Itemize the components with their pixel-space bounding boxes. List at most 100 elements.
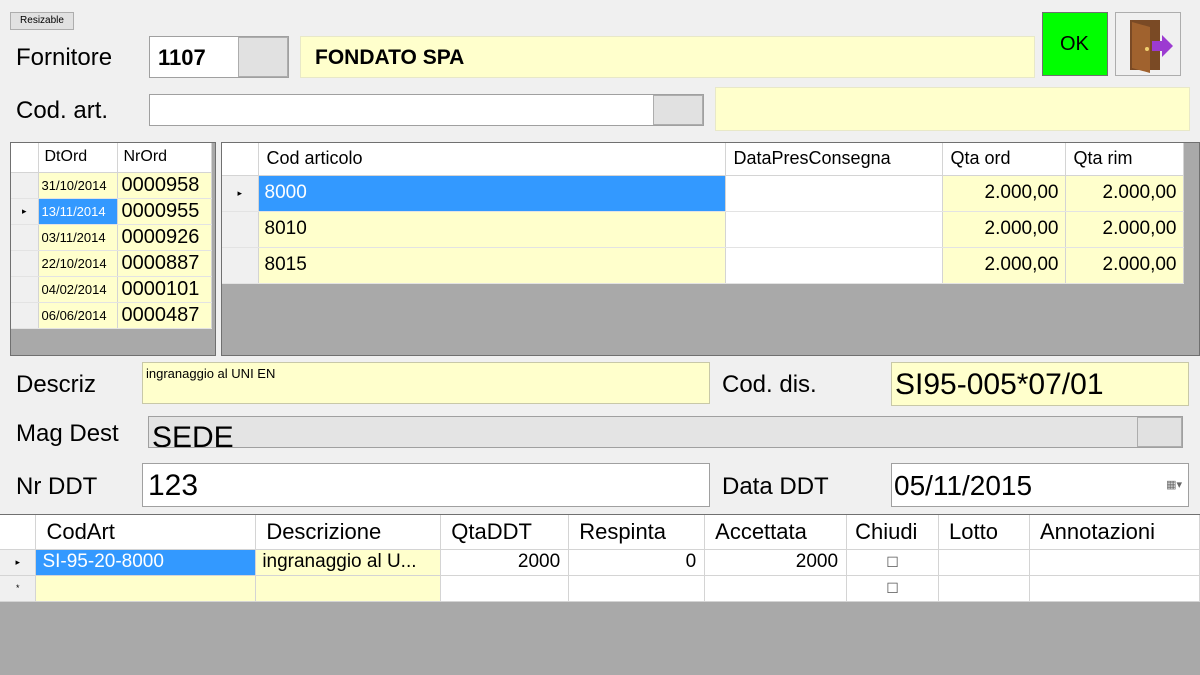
order-row-header[interactable] (11, 302, 39, 329)
warehouse-combo[interactable]: SEDE (148, 416, 1183, 448)
ddt-qtaddt-cell[interactable]: 2000 (440, 549, 570, 576)
item-qty-ord-cell[interactable]: 2.000,00 (942, 175, 1066, 212)
ddt-col-respinta[interactable]: Respinta (568, 515, 706, 550)
ddt-col-descrizione[interactable]: Descrizione (255, 515, 442, 550)
ddt-qtaddt-cell[interactable] (440, 575, 570, 602)
description-label: Descriz (16, 371, 97, 398)
order-row[interactable]: ▸ 13/11/2014 0000955 (11, 198, 212, 225)
item-delivery-date-cell[interactable] (725, 175, 943, 212)
item-code-cell[interactable]: 8015 (258, 247, 726, 284)
ddt-descrizione-cell[interactable] (255, 575, 442, 602)
ddt-accettata-cell[interactable] (704, 575, 848, 602)
order-number-cell[interactable]: 0000926 (117, 224, 212, 251)
items-col-qty-ord[interactable]: Qta ord (942, 143, 1066, 176)
item-delivery-date-cell[interactable] (725, 247, 943, 284)
item-qty-ord-cell[interactable]: 2.000,00 (942, 247, 1066, 284)
ddt-col-codart[interactable]: CodArt (35, 515, 257, 550)
order-row[interactable]: 06/06/2014 0000487 (11, 302, 212, 329)
order-row[interactable]: 04/02/2014 0000101 (11, 276, 212, 303)
ddt-codart-cell[interactable]: SI-95-20-8000 (35, 549, 257, 576)
ddt-lotto-cell[interactable] (938, 549, 1030, 576)
ddt-date-value: 05/11/2015 (894, 470, 1033, 501)
item-qty-rim-cell[interactable]: 2.000,00 (1065, 247, 1184, 284)
order-date-cell[interactable]: 06/06/2014 (38, 302, 118, 329)
orders-col-date[interactable]: DtOrd (38, 143, 118, 173)
ddt-chiudi-checkbox[interactable]: ☐ (846, 575, 940, 602)
order-number-cell[interactable]: 0000101 (117, 276, 212, 303)
ddt-lotto-cell[interactable] (938, 575, 1030, 602)
order-row-header[interactable] (11, 224, 39, 251)
order-date-cell[interactable]: 03/11/2014 (38, 224, 118, 251)
items-col-date[interactable]: DataPresConsegna (725, 143, 943, 176)
article-description-field (715, 87, 1190, 131)
ddt-row-header[interactable]: * (0, 575, 37, 602)
calendar-icon[interactable]: ▦▾ (1166, 478, 1182, 491)
orders-col-number[interactable]: NrOrd (117, 143, 212, 173)
item-code-cell[interactable]: 8010 (258, 211, 726, 248)
ddt-col-lotto[interactable]: Lotto (938, 515, 1030, 550)
order-row-header[interactable]: ▸ (11, 198, 39, 225)
ddt-number-label: Nr DDT (16, 473, 98, 500)
order-row-header[interactable] (11, 172, 39, 199)
order-row[interactable]: 22/10/2014 0000887 (11, 250, 212, 277)
article-code-field[interactable] (149, 94, 704, 126)
order-number-cell[interactable]: 0000955 (117, 198, 212, 225)
order-date-cell[interactable]: 13/11/2014 (38, 198, 118, 225)
supplier-code-field[interactable]: 1107 (149, 36, 289, 78)
supplier-name-field: FONDATO SPA (300, 36, 1035, 78)
ddt-row[interactable]: ▸ SI-95-20-8000 ingranaggio al U... 2000 0 20… (0, 549, 1200, 576)
ddt-col-accettata[interactable]: Accettata (704, 515, 848, 550)
item-row-header[interactable]: ▸ (222, 175, 259, 212)
order-number-cell[interactable]: 0000487 (117, 302, 212, 329)
order-number-cell[interactable]: 0000958 (117, 172, 212, 199)
order-date-cell[interactable]: 31/10/2014 (38, 172, 118, 199)
order-number-cell[interactable]: 0000887 (117, 250, 212, 277)
items-col-qty-rim[interactable]: Qta rim (1065, 143, 1184, 176)
item-row[interactable]: 8010 2.000,00 2.000,00 (222, 211, 1184, 248)
order-row[interactable]: 31/10/2014 0000958 (11, 172, 212, 199)
item-row-header[interactable] (222, 211, 259, 248)
ddt-annotazioni-cell[interactable] (1029, 549, 1200, 576)
order-row-header[interactable] (11, 276, 39, 303)
items-grid[interactable]: Cod articolo DataPresConsegna Qta ord Qt… (221, 142, 1200, 356)
order-row[interactable]: 03/11/2014 0000926 (11, 224, 212, 251)
ddt-respinta-cell[interactable] (568, 575, 706, 602)
orders-grid[interactable]: DtOrd NrOrd 31/10/2014 0000958 ▸ 13/11/2014… (10, 142, 216, 356)
ddt-number-field[interactable]: 123 (142, 463, 710, 507)
order-row-header[interactable] (11, 250, 39, 277)
ddt-row[interactable]: * ☐ (0, 575, 1200, 602)
order-date-cell[interactable]: 22/10/2014 (38, 250, 118, 277)
description-value: ingranaggio al UNI EN (146, 366, 276, 381)
item-qty-rim-cell[interactable]: 2.000,00 (1065, 211, 1184, 248)
ddt-chiudi-checkbox[interactable]: ☐ (846, 549, 940, 576)
supplier-lookup-button[interactable] (238, 37, 288, 77)
item-row[interactable]: ▸ 8000 2.000,00 2.000,00 (222, 175, 1184, 212)
order-date-cell[interactable]: 04/02/2014 (38, 276, 118, 303)
ddt-annotazioni-cell[interactable] (1029, 575, 1200, 602)
ddt-date-label: Data DDT (722, 473, 829, 500)
ddt-codart-cell[interactable] (35, 575, 257, 602)
description-field[interactable]: ingranaggio al UNI EN (142, 362, 710, 404)
ddt-col-chiudi[interactable]: Chiudi (846, 515, 940, 550)
ddt-row-header[interactable]: ▸ (0, 549, 37, 576)
supplier-label: Fornitore (16, 44, 113, 71)
ddt-date-picker[interactable]: 05/11/2015 ▦▾ (891, 463, 1189, 507)
item-code-cell[interactable]: 8000 (258, 175, 726, 212)
resizable-button[interactable]: Resizable (10, 12, 74, 30)
ddt-col-qtaddt[interactable]: QtaDDT (440, 515, 570, 550)
item-qty-ord-cell[interactable]: 2.000,00 (942, 211, 1066, 248)
items-col-code[interactable]: Cod articolo (258, 143, 726, 176)
ddt-col-annotazioni[interactable]: Annotazioni (1029, 515, 1200, 550)
ddt-accettata-cell[interactable]: 2000 (704, 549, 848, 576)
item-row-header[interactable] (222, 247, 259, 284)
ddt-lines-grid[interactable]: CodArt Descrizione QtaDDT Respinta Accet… (0, 514, 1200, 675)
ddt-descrizione-cell[interactable]: ingranaggio al U... (255, 549, 442, 576)
item-delivery-date-cell[interactable] (725, 211, 943, 248)
warehouse-dropdown-button[interactable] (1137, 417, 1182, 447)
item-row[interactable]: 8015 2.000,00 2.000,00 (222, 247, 1184, 284)
exit-button[interactable] (1115, 12, 1181, 76)
ok-button[interactable]: OK (1042, 12, 1108, 76)
item-qty-rim-cell[interactable]: 2.000,00 (1065, 175, 1184, 212)
ddt-respinta-cell[interactable]: 0 (568, 549, 706, 576)
article-dropdown-button[interactable] (653, 95, 703, 125)
